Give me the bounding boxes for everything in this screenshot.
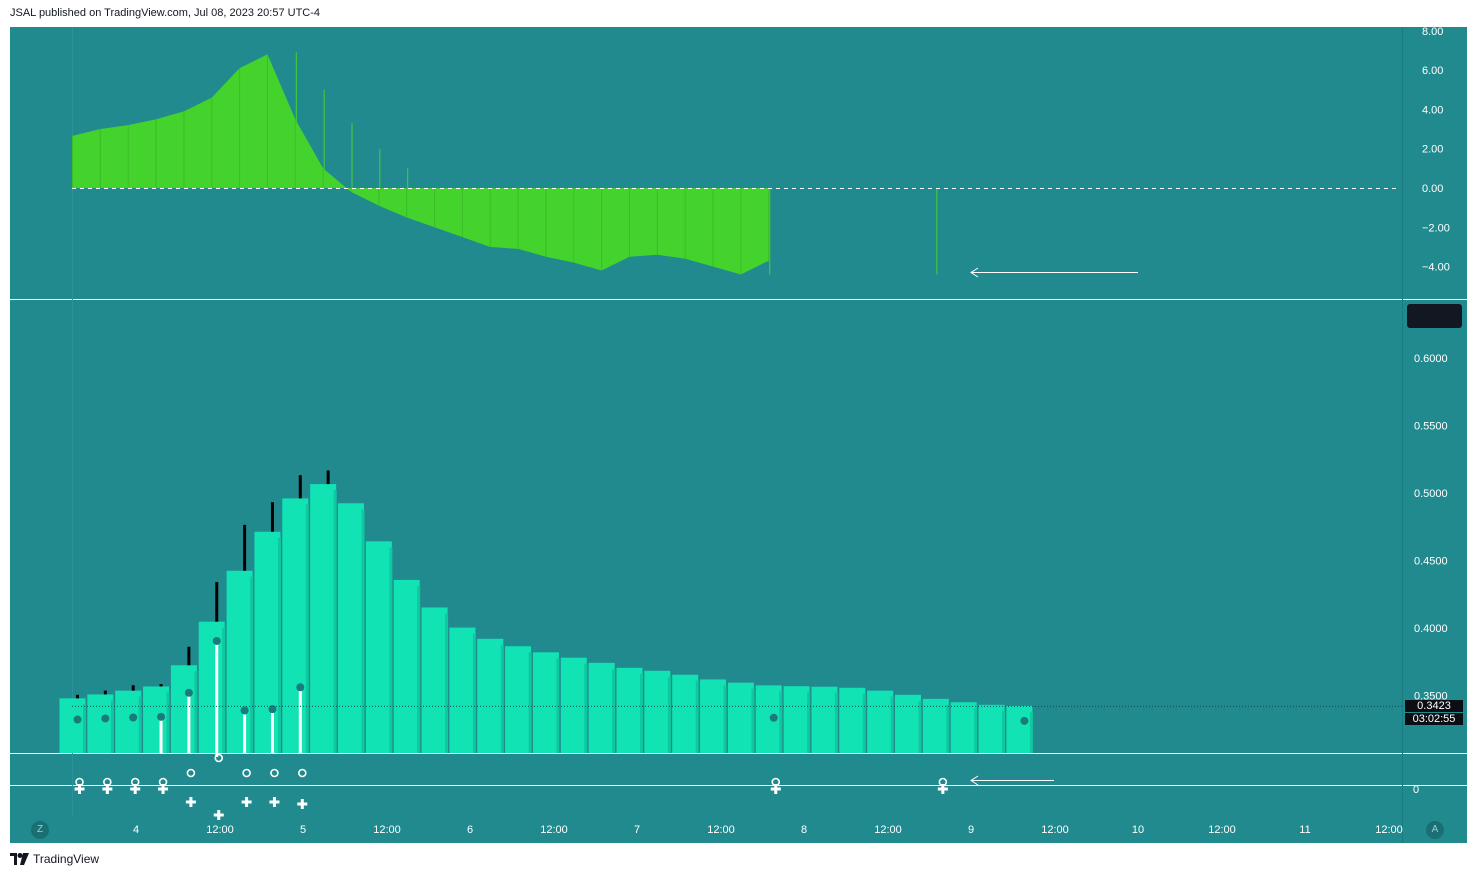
price-tick-label: 0.4000 — [1414, 623, 1448, 635]
price-bar — [226, 570, 253, 753]
signal-cross-icon — [269, 797, 280, 807]
price-bar — [310, 484, 337, 753]
price-bar — [87, 694, 114, 753]
price-bar — [477, 638, 504, 753]
signal-dot — [73, 715, 82, 724]
oscillator-tick-label: 6.00 — [1422, 65, 1443, 77]
price-bar — [282, 498, 309, 753]
chart-canvas[interactable]: 8.00 6.00 4.00 2.00 0.00 −2.00 −4.00 0.6000 0.55… — [10, 27, 1467, 843]
time-tick-label: 12:00 — [373, 824, 401, 836]
time-tick-label: 12:00 — [1208, 824, 1236, 836]
signal-circle-icon — [297, 768, 307, 778]
signal-dot — [1020, 716, 1029, 725]
price-bar — [978, 704, 1005, 753]
oscillator-tick-label: 2.00 — [1422, 144, 1443, 156]
timezone-button[interactable]: Z — [31, 821, 49, 839]
footer-brand-label: TradingView — [33, 852, 100, 866]
signal-dot — [212, 636, 221, 645]
time-tick-label: 12:00 — [874, 824, 902, 836]
time-tick-label: 10 — [1132, 824, 1144, 836]
time-tick-label: 5 — [300, 824, 306, 836]
price-bar — [616, 667, 643, 753]
price-bar — [421, 607, 448, 753]
price-bar — [644, 670, 671, 753]
time-tick-label: 12:00 — [1041, 824, 1069, 836]
time-tick-label: 7 — [634, 824, 640, 836]
chart-svg[interactable]: 8.00 6.00 4.00 2.00 0.00 −2.00 −4.00 0.6000 0.55… — [10, 27, 1467, 843]
signal-dot — [769, 713, 778, 722]
price-bar — [895, 694, 921, 753]
signal-cross-icon — [185, 797, 196, 807]
oscillator-area — [72, 54, 769, 275]
price-scale-tag — [1407, 304, 1462, 328]
price-bar — [867, 690, 894, 753]
price-bar — [672, 674, 699, 753]
price-bar — [950, 702, 977, 753]
oscillator-tick-label: −4.00 — [1422, 262, 1450, 274]
price-bar — [198, 621, 225, 753]
price-bar — [783, 686, 810, 753]
signal-dot — [268, 705, 277, 714]
oscillator-tick-label: 0.00 — [1422, 183, 1443, 195]
price-bar — [143, 686, 170, 753]
signal-dot — [184, 688, 193, 697]
signal-dot — [101, 714, 110, 723]
price-bar — [338, 503, 364, 753]
signal-circle-icon — [242, 768, 251, 778]
footer-brand[interactable]: TradingView — [10, 852, 99, 866]
tradingview-logo-icon — [10, 853, 29, 865]
time-tick-label: 12:00 — [540, 824, 568, 836]
signal-cross-icon — [241, 797, 252, 807]
oscillator-tick-label: 4.00 — [1422, 104, 1443, 116]
signal-dot — [129, 713, 138, 722]
signal-circle-icon — [186, 768, 196, 778]
time-tick-label: 9 — [968, 824, 974, 836]
time-tick-label: 8 — [801, 824, 807, 836]
price-tick-label: 0.5500 — [1414, 421, 1448, 433]
price-bar — [1006, 705, 1033, 753]
oscillator-tick-label: 8.00 — [1422, 27, 1443, 38]
price-bar — [505, 646, 532, 753]
signal-circle-icon — [270, 768, 279, 778]
time-tick-label: 12:00 — [707, 824, 735, 836]
time-tick-label: 4 — [133, 824, 139, 836]
price-bar — [254, 531, 281, 753]
time-tick-label: 12:00 — [1375, 824, 1403, 836]
signal-tick-label: 0 — [1413, 784, 1419, 796]
price-bar — [811, 686, 838, 753]
signal-dot — [240, 706, 249, 715]
signal-circle-icon — [214, 753, 224, 763]
last-price-label: 0.3423 — [1405, 700, 1463, 712]
publish-caption: JSAL published on TradingView.com, Jul 0… — [10, 7, 321, 19]
price-bar — [532, 652, 559, 753]
price-bar — [922, 698, 949, 753]
auto-scale-button[interactable]: A — [1426, 821, 1444, 839]
price-bar — [727, 682, 754, 753]
price-bar — [700, 679, 727, 753]
oscillator-tick-label: −2.00 — [1422, 222, 1450, 234]
signal-cross-icon — [297, 799, 308, 809]
signal-dot — [296, 683, 305, 692]
price-bar — [588, 662, 615, 753]
price-bar — [449, 627, 476, 753]
price-bar — [393, 579, 420, 753]
signal-dot — [157, 712, 166, 721]
price-tick-label: 0.4500 — [1414, 556, 1448, 568]
time-tick-label: 6 — [467, 824, 473, 836]
price-bar — [115, 690, 142, 753]
price-tick-label: 0.6000 — [1414, 353, 1448, 365]
price-bar — [560, 657, 587, 753]
price-bar — [839, 687, 866, 753]
price-bar — [365, 541, 392, 753]
time-tick-label: 11 — [1299, 824, 1310, 836]
price-bar — [755, 685, 782, 753]
countdown-label: 03:02:55 — [1405, 713, 1463, 725]
price-tick-label: 0.5000 — [1414, 488, 1448, 500]
time-tick-label: 12:00 — [206, 824, 234, 836]
price-bar — [170, 665, 197, 753]
signal-cross-icon — [213, 810, 224, 820]
